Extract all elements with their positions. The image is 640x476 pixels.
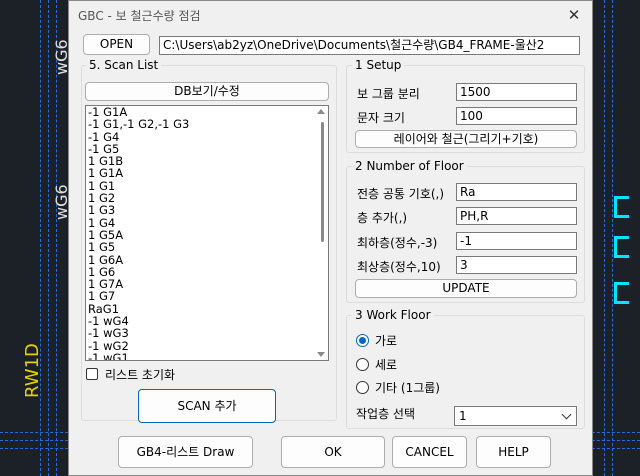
list-item[interactable]: -1 G4	[86, 130, 328, 143]
db-view-edit-button[interactable]: DB보기/수정	[85, 82, 329, 101]
help-button[interactable]: HELP	[476, 436, 551, 468]
list-item[interactable]: 1 G1	[86, 179, 328, 192]
common-symbol-label: 전층 공통 기호(,)	[357, 187, 445, 201]
ok-button[interactable]: OK	[281, 436, 385, 468]
floor-title: 2 Number of Floor	[352, 159, 467, 173]
list-item[interactable]: 1 G5	[86, 241, 328, 254]
list-item[interactable]: 1 G7A	[86, 278, 328, 291]
list-item[interactable]: -1 G1,-1 G2,-1 G3	[86, 118, 328, 131]
beam-group-label: 보 그룹 분리	[357, 87, 420, 101]
cad-grid-line	[604, 0, 605, 476]
text-size-label: 문자 크기	[357, 111, 405, 125]
beam-group-input[interactable]: 1500	[456, 83, 577, 101]
scan-add-button[interactable]: SCAN 추가	[138, 389, 276, 423]
list-item[interactable]: 1 G7	[86, 290, 328, 303]
lowest-floor-input[interactable]: -1	[456, 232, 577, 250]
list-item[interactable]: -1 wG1	[86, 352, 328, 360]
scan-list-items: -1 G1A -1 G1,-1 G2,-1 G3 -1 G4 -1 G5 1 G1B 1 …	[86, 106, 328, 360]
update-button[interactable]: UPDATE	[355, 279, 577, 298]
cad-grid-line	[48, 0, 49, 476]
reset-list-label: 리스트 초기화	[105, 368, 176, 382]
cad-grid-line	[612, 0, 613, 476]
radio-horizontal[interactable]	[356, 334, 369, 347]
scroll-up-icon[interactable]	[317, 109, 325, 114]
radio-other[interactable]	[356, 381, 369, 394]
open-button[interactable]: OPEN	[83, 34, 150, 55]
add-floor-input[interactable]: PH,R	[456, 207, 577, 225]
list-item[interactable]: 1 G1A	[86, 167, 328, 180]
cad-cyan-mark	[614, 282, 629, 304]
scrollbar[interactable]	[314, 106, 328, 360]
radio-other-label: 기타 (1그룹)	[375, 381, 440, 395]
cancel-button[interactable]: CANCEL	[392, 436, 467, 468]
cad-cyan-mark	[614, 236, 629, 258]
highest-floor-input[interactable]: 3	[456, 256, 577, 274]
list-item[interactable]: 1 G2	[86, 192, 328, 205]
work-floor-title: 3 Work Floor	[352, 308, 434, 322]
title-bar: GBC - 보 철근수량 점검 ✕	[69, 1, 592, 29]
list-item[interactable]: 1 G5A	[86, 229, 328, 242]
scroll-thumb[interactable]	[321, 122, 324, 242]
cad-grid-line	[40, 0, 41, 476]
cad-rw-label: RW1D	[22, 343, 43, 398]
scroll-down-icon[interactable]	[317, 352, 325, 357]
window-title: GBC - 보 철근수량 점검	[78, 9, 201, 23]
radio-horizontal-label: 가로	[375, 334, 398, 348]
text-size-input[interactable]: 100	[456, 107, 577, 125]
highest-floor-label: 최상층(정수,10)	[357, 260, 441, 274]
setup-title: 1 Setup	[352, 58, 405, 72]
scan-listbox[interactable]: -1 G1A -1 G1,-1 G2,-1 G3 -1 G4 -1 G5 1 G1B 1 …	[85, 105, 329, 361]
list-item[interactable]: 1 G6A	[86, 253, 328, 266]
work-floor-select-value: 1	[459, 409, 467, 423]
scan-list-title: 5. Scan List	[86, 58, 162, 72]
list-item[interactable]: -1 wG3	[86, 327, 328, 340]
list-item[interactable]: 1 G3	[86, 204, 328, 217]
radio-vertical[interactable]	[356, 358, 369, 371]
common-symbol-input[interactable]: Ra	[456, 183, 577, 201]
cad-cyan-mark	[614, 196, 629, 218]
reset-list-checkbox[interactable]	[86, 368, 98, 380]
chevron-down-icon	[561, 409, 572, 420]
layer-rebar-button[interactable]: 레이어와 철근(그리기+기호)	[355, 130, 577, 148]
gbc-dialog: GBC - 보 철근수량 점검 ✕ OPEN C:\Users\ab2yz\On…	[68, 0, 593, 476]
work-floor-select[interactable]: 1	[454, 406, 577, 426]
lowest-floor-label: 최하층(정수,-3)	[357, 236, 438, 250]
close-icon[interactable]: ✕	[564, 5, 584, 25]
work-floor-select-label: 작업층 선택	[356, 407, 416, 421]
radio-vertical-label: 세로	[375, 358, 398, 372]
gb4-list-draw-button[interactable]: GB4-리스트 Draw	[118, 436, 253, 468]
add-floor-label: 층 추가(,)	[357, 211, 408, 225]
file-path-field[interactable]: C:\Users\ab2yz\OneDrive\Documents\철근수량\G…	[159, 36, 580, 55]
